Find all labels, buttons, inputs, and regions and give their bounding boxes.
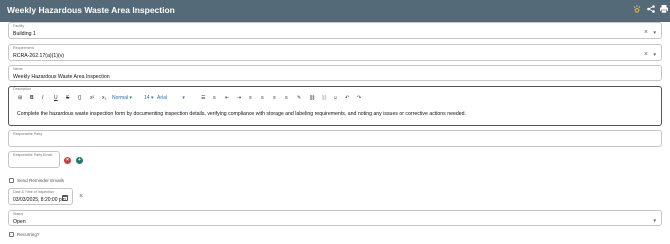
requirement-chevron-down-icon[interactable]: ▼: [653, 52, 657, 58]
page-title: Weekly Hazardous Waste Area Inspection: [7, 5, 175, 15]
underline-icon[interactable]: U: [54, 93, 58, 103]
facility-chevron-down-icon[interactable]: ▼: [653, 30, 657, 36]
link-icon[interactable]: ⛓: [309, 93, 315, 103]
remove-email-button[interactable]: ×: [64, 157, 71, 164]
send-reminder-box[interactable]: [9, 178, 14, 183]
font-size-select[interactable]: 14 ▾: [144, 93, 153, 103]
description-content[interactable]: Complete the hazardous waste inspection …: [17, 111, 466, 117]
redo-icon[interactable]: ↷: [357, 93, 361, 103]
highlight-icon[interactable]: ✎: [297, 93, 301, 103]
title-bar: Weekly Hazardous Waste Area Inspection: [0, 0, 670, 22]
bold-icon[interactable]: B: [30, 93, 34, 103]
add-email-button[interactable]: +: [76, 157, 83, 164]
responsible-party-email-label: Responsible Party Email: [13, 153, 53, 157]
code-icon[interactable]: {}: [78, 93, 81, 103]
editor-toolbar: ⊞ B I U S {} x² x₂ Normal ▾ 14 ▾ Arial ▾…: [9, 93, 661, 103]
status-value: Open: [13, 219, 26, 225]
requirement-label: Requirement: [13, 46, 34, 50]
status-chevron-down-icon[interactable]: ▼: [653, 218, 657, 224]
font-format-value: Normal: [112, 95, 129, 101]
facility-value: Building 1: [13, 31, 36, 37]
numbered-list-icon[interactable]: ≡: [213, 93, 216, 103]
facility-label: Facility: [13, 24, 25, 28]
italic-icon[interactable]: I: [42, 93, 43, 103]
font-family-select[interactable]: Arial ▾: [157, 93, 185, 103]
send-reminder-label: Send Reminder Emails: [17, 178, 64, 183]
font-size-value: 14: [144, 95, 150, 101]
inspection-date-field[interactable]: Date & Time of Inspection 03/03/2025, 8:…: [8, 188, 73, 205]
unlink-icon[interactable]: ⛓: [321, 93, 327, 103]
send-reminder-checkbox[interactable]: Send Reminder Emails: [9, 177, 89, 185]
recurring-box[interactable]: [9, 232, 14, 237]
status-label: Status: [13, 212, 24, 216]
inspection-date-label: Date & Time of Inspection: [13, 190, 55, 194]
facility-clear-icon[interactable]: ×: [644, 29, 648, 37]
align-left-icon[interactable]: ≡: [249, 93, 252, 103]
inspection-date-clear-icon[interactable]: ×: [79, 193, 83, 201]
lightbulb-icon[interactable]: [631, 4, 643, 16]
responsible-party-field[interactable]: Responsible Party: [8, 130, 662, 147]
superscript-icon[interactable]: x²: [90, 93, 94, 103]
align-justify-icon[interactable]: ≡: [285, 93, 288, 103]
outdent-icon[interactable]: ⇤: [225, 93, 229, 103]
description-label: Description: [13, 87, 31, 91]
share-icon[interactable]: [645, 4, 657, 16]
calendar-icon[interactable]: [62, 195, 68, 201]
font-family-value: Arial: [157, 95, 168, 101]
responsible-party-label: Responsible Party: [13, 132, 43, 136]
name-label: Name: [13, 67, 23, 71]
responsible-party-email-field[interactable]: Responsible Party Email: [8, 151, 60, 168]
print-icon[interactable]: [658, 4, 670, 16]
source-icon[interactable]: ⊞: [18, 93, 22, 103]
emoji-icon[interactable]: ☺: [333, 93, 338, 103]
status-select[interactable]: Status Open ▼: [8, 210, 662, 226]
strikethrough-icon[interactable]: S: [66, 93, 69, 103]
name-field[interactable]: Name Weekly Hazardous Waste Area Inspect…: [8, 65, 662, 81]
name-value: Weekly Hazardous Waste Area Inspection: [13, 74, 110, 80]
indent-icon[interactable]: ⇥: [237, 93, 241, 103]
recurring-label: Recurring?: [17, 232, 40, 237]
facility-select[interactable]: Facility Building 1 × ▼: [8, 22, 662, 39]
inspection-date-value: 03/03/2025, 8:20:00 pm: [13, 197, 66, 203]
requirement-value: RCRA-262.17(a)(1)(v): [13, 53, 65, 59]
font-format-select[interactable]: Normal ▾: [112, 93, 132, 103]
align-center-icon[interactable]: ≡: [261, 93, 264, 103]
bulleted-list-icon[interactable]: ☰: [201, 93, 205, 103]
requirement-select[interactable]: Requirement RCRA-262.17(a)(1)(v) × ▼: [8, 44, 662, 61]
description-editor[interactable]: Description ⊞ B I U S {} x² x₂ Normal ▾ …: [8, 86, 662, 126]
recurring-checkbox[interactable]: Recurring?: [9, 231, 69, 239]
undo-icon[interactable]: ↶: [345, 93, 349, 103]
requirement-clear-icon[interactable]: ×: [644, 51, 648, 59]
align-right-icon[interactable]: ≡: [273, 93, 276, 103]
subscript-icon[interactable]: x₂: [102, 93, 106, 103]
